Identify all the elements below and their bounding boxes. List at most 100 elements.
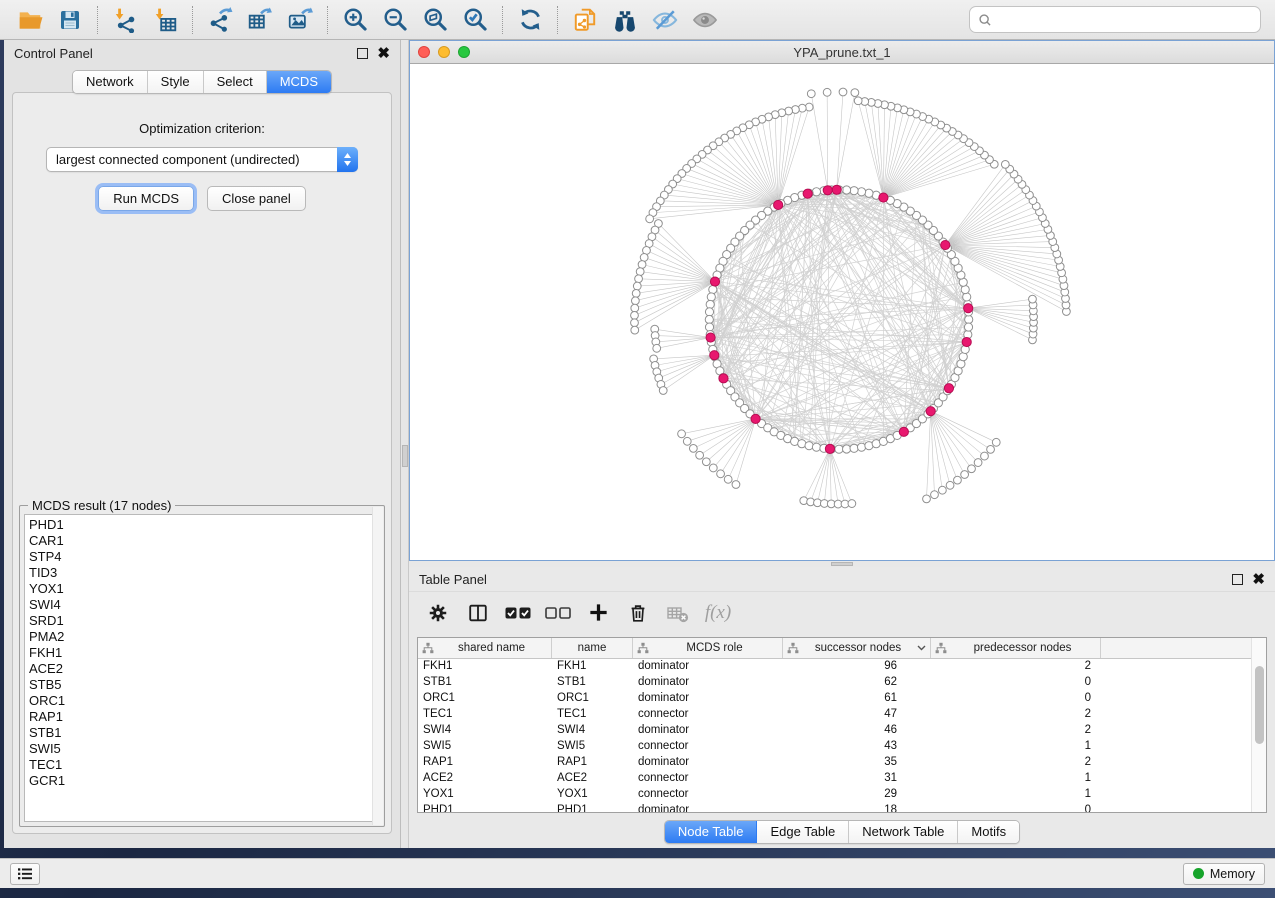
delete-column-icon[interactable] [623, 598, 653, 628]
mcds-result-item[interactable]: SRD1 [29, 613, 379, 629]
network-canvas[interactable] [410, 64, 1274, 560]
refresh-icon[interactable] [513, 4, 547, 36]
table-row[interactable]: RAP1RAP1dominator352 [418, 755, 1251, 771]
table-cell[interactable]: SWI5 [418, 739, 552, 755]
task-history-button[interactable] [10, 863, 40, 885]
tab-mcds[interactable]: MCDS [267, 71, 331, 93]
vertical-splitter[interactable] [401, 40, 409, 848]
table-cell[interactable]: STB1 [552, 675, 633, 691]
table-cell[interactable]: dominator [633, 803, 783, 813]
tab-network-table[interactable]: Network Table [849, 821, 958, 843]
tab-select[interactable]: Select [204, 71, 267, 93]
table-cell[interactable]: dominator [633, 659, 783, 675]
table-cell[interactable]: 1 [931, 771, 1101, 787]
table-cell[interactable]: 2 [931, 755, 1101, 771]
mcds-result-item[interactable]: FKH1 [29, 645, 379, 661]
table-cell[interactable]: 31 [783, 771, 931, 787]
mcds-result-scrollbar[interactable] [372, 507, 383, 825]
table-cell[interactable]: dominator [633, 723, 783, 739]
tab-edge-table[interactable]: Edge Table [757, 821, 849, 843]
optimization-criterion-dropdown[interactable]: largest connected component (undirected) [46, 147, 358, 172]
table-cell[interactable]: 0 [931, 803, 1101, 813]
mcds-result-item[interactable]: ORC1 [29, 693, 379, 709]
delete-table-icon[interactable] [663, 598, 693, 628]
tab-node-table[interactable]: Node Table [665, 821, 758, 843]
table-cell[interactable]: dominator [633, 755, 783, 771]
table-cell[interactable]: 2 [931, 723, 1101, 739]
select-all-checkboxes-icon[interactable] [503, 598, 533, 628]
table-cell[interactable]: 43 [783, 739, 931, 755]
tab-network[interactable]: Network [73, 71, 148, 93]
mcds-result-item[interactable]: STP4 [29, 549, 379, 565]
open-folder-icon[interactable] [13, 4, 47, 36]
run-mcds-button[interactable]: Run MCDS [98, 186, 194, 211]
table-cell[interactable]: 18 [783, 803, 931, 813]
table-cell[interactable]: ACE2 [552, 771, 633, 787]
import-network-icon[interactable] [108, 4, 142, 36]
split-columns-icon[interactable] [463, 598, 493, 628]
mcds-result-item[interactable]: PMA2 [29, 629, 379, 645]
table-cell[interactable]: SWI4 [552, 723, 633, 739]
table-cell[interactable]: PHD1 [552, 803, 633, 813]
splitter-grip[interactable] [831, 562, 853, 566]
column-header-predecessor-nodes[interactable]: predecessor nodes [931, 638, 1101, 658]
deselect-all-checkboxes-icon[interactable] [543, 598, 573, 628]
table-row[interactable]: STB1STB1dominator620 [418, 675, 1251, 691]
table-cell[interactable]: ORC1 [552, 691, 633, 707]
zoom-fit-icon[interactable] [418, 4, 452, 36]
zoom-in-icon[interactable] [338, 4, 372, 36]
table-cell[interactable]: YOX1 [418, 787, 552, 803]
mcds-result-item[interactable]: TID3 [29, 565, 379, 581]
table-row[interactable]: SWI5SWI5connector431 [418, 739, 1251, 755]
table-row[interactable]: ORC1ORC1dominator610 [418, 691, 1251, 707]
close-panel-icon[interactable]: ✖ [377, 48, 390, 59]
table-row[interactable]: ACE2ACE2connector311 [418, 771, 1251, 787]
column-header-MCDS-role[interactable]: MCDS role [633, 638, 783, 658]
function-builder-icon[interactable]: f(x) [703, 598, 733, 628]
table-cell[interactable]: FKH1 [418, 659, 552, 675]
zoom-out-icon[interactable] [378, 4, 412, 36]
save-icon[interactable] [53, 4, 87, 36]
show-all-icon[interactable] [688, 4, 722, 36]
close-panel-icon[interactable]: ✖ [1252, 574, 1265, 585]
table-cell[interactable]: PHD1 [418, 803, 552, 813]
splitter-grip[interactable] [402, 445, 408, 467]
table-row[interactable]: FKH1FKH1dominator962 [418, 659, 1251, 675]
memory-button[interactable]: Memory [1183, 863, 1265, 885]
hide-selected-icon[interactable] [648, 4, 682, 36]
mcds-result-item[interactable]: CAR1 [29, 533, 379, 549]
table-cell[interactable]: ACE2 [418, 771, 552, 787]
close-panel-button[interactable]: Close panel [207, 186, 306, 211]
table-cell[interactable]: 0 [931, 675, 1101, 691]
mcds-result-item[interactable]: SWI4 [29, 597, 379, 613]
export-table-icon[interactable] [243, 4, 277, 36]
table-cell[interactable]: dominator [633, 691, 783, 707]
column-header-name[interactable]: name [552, 638, 633, 658]
export-network-icon[interactable] [203, 4, 237, 36]
mcds-result-item[interactable]: STB5 [29, 677, 379, 693]
table-cell[interactable]: ORC1 [418, 691, 552, 707]
table-cell[interactable]: 61 [783, 691, 931, 707]
table-row[interactable]: TEC1TEC1connector472 [418, 707, 1251, 723]
mcds-result-item[interactable]: YOX1 [29, 581, 379, 597]
search-bar[interactable] [969, 6, 1261, 33]
mcds-result-item[interactable]: SWI5 [29, 741, 379, 757]
clone-network-icon[interactable] [568, 4, 602, 36]
table-scrollbar[interactable] [1251, 638, 1266, 812]
tab-style[interactable]: Style [148, 71, 204, 93]
export-image-icon[interactable] [283, 4, 317, 36]
table-cell[interactable]: RAP1 [552, 755, 633, 771]
table-row[interactable]: YOX1YOX1connector291 [418, 787, 1251, 803]
table-cell[interactable]: 35 [783, 755, 931, 771]
table-scrollbar-thumb[interactable] [1255, 666, 1264, 744]
mcds-result-list[interactable]: PHD1CAR1STP4TID3YOX1SWI4SRD1PMA2FKH1ACE2… [24, 514, 380, 822]
network-titlebar[interactable]: YPA_prune.txt_1 [410, 41, 1274, 64]
float-panel-icon[interactable] [1232, 574, 1243, 585]
table-cell[interactable]: dominator [633, 675, 783, 691]
mcds-result-item[interactable]: TEC1 [29, 757, 379, 773]
table-cell[interactable]: SWI4 [418, 723, 552, 739]
table-cell[interactable]: 1 [931, 787, 1101, 803]
mcds-result-item[interactable]: GCR1 [29, 773, 379, 789]
table-cell[interactable]: YOX1 [552, 787, 633, 803]
table-cell[interactable]: 0 [931, 691, 1101, 707]
